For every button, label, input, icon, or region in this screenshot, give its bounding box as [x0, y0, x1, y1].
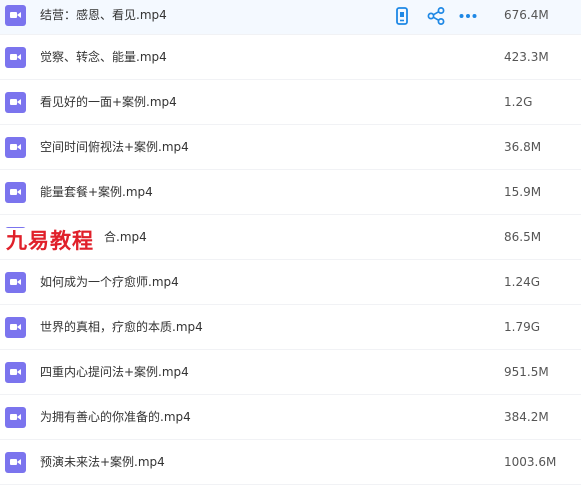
file-name[interactable]: 结营：感恩、看见.mp4: [40, 5, 167, 25]
file-row[interactable]: 为拥有善心的你准备的.mp4 384.2M: [0, 395, 581, 440]
file-row[interactable]: 如何成为一个疗愈师.mp4 1.24G: [0, 260, 581, 305]
video-file-icon: [5, 407, 26, 428]
file-size: 36.8M: [504, 140, 542, 154]
watermark-logo: 九易教程: [6, 229, 94, 253]
file-row[interactable]: 觉察、转念、能量.mp4 423.3M: [0, 35, 581, 80]
file-row[interactable]: 结营：感恩、看见.mp4 676.4M: [0, 0, 581, 35]
file-name[interactable]: 能量套餐+案例.mp4: [40, 182, 153, 202]
file-name[interactable]: 合.mp4: [104, 227, 147, 247]
video-file-icon: [5, 272, 26, 293]
file-name[interactable]: 世界的真相，疗愈的本质.mp4: [40, 317, 203, 337]
share-icon[interactable]: [426, 6, 446, 26]
file-name[interactable]: 为拥有善心的你准备的.mp4: [40, 407, 191, 427]
file-row[interactable]: 空间时间俯视法+案例.mp4 36.8M: [0, 125, 581, 170]
file-size: 951.5M: [504, 365, 549, 379]
file-name[interactable]: 如何成为一个疗愈师.mp4: [40, 272, 179, 292]
video-file-icon: [5, 362, 26, 383]
file-name[interactable]: 看见好的一面+案例.mp4: [40, 92, 177, 112]
video-file-icon: [5, 92, 26, 113]
file-size: 676.4M: [504, 8, 549, 22]
file-row[interactable]: 世界的真相，疗愈的本质.mp4 1.79G: [0, 305, 581, 350]
file-size: 86.5M: [504, 230, 542, 244]
file-name[interactable]: 空间时间俯视法+案例.mp4: [40, 137, 189, 157]
file-size: 1003.6M: [504, 455, 557, 469]
video-file-icon: [5, 137, 26, 158]
file-size: 423.3M: [504, 50, 549, 64]
file-name[interactable]: 预演未来法+案例.mp4: [40, 452, 165, 472]
phone-icon[interactable]: [392, 6, 412, 26]
file-name[interactable]: 四重内心提问法+案例.mp4: [40, 362, 189, 382]
video-file-icon: [5, 182, 26, 203]
file-row[interactable]: 四重内心提问法+案例.mp4 951.5M: [0, 350, 581, 395]
video-file-icon: [5, 47, 26, 68]
file-size: 15.9M: [504, 185, 542, 199]
file-size: 1.2G: [504, 95, 533, 109]
file-row[interactable]: 预演未来法+案例.mp4 1003.6M: [0, 440, 581, 485]
video-file-icon: [5, 317, 26, 338]
file-size: 384.2M: [504, 410, 549, 424]
video-file-icon: [5, 452, 26, 473]
file-size: 1.79G: [504, 320, 541, 334]
file-size: 1.24G: [504, 275, 541, 289]
file-row[interactable]: 能量套餐+案例.mp4 15.9M: [0, 170, 581, 215]
video-file-icon: [5, 5, 26, 26]
more-icon[interactable]: [458, 6, 478, 26]
file-name[interactable]: 觉察、转念、能量.mp4: [40, 47, 167, 67]
file-row[interactable]: 看见好的一面+案例.mp4 1.2G: [0, 80, 581, 125]
